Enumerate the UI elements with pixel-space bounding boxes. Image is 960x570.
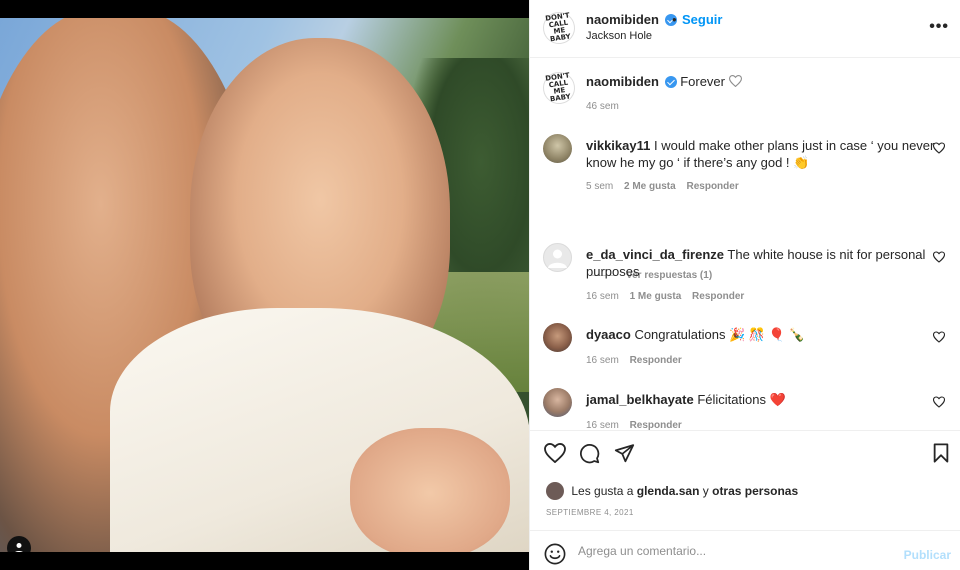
post-details-panel: DON'T CALL ME BABY naomibiden • Seguir J… <box>529 0 960 570</box>
comment-time: 5 sem <box>586 181 614 192</box>
caption-text: Forever <box>680 74 725 89</box>
avatar-logo-text: DON'T CALL ME BABY <box>544 11 572 44</box>
header-separator-dot: • <box>672 12 677 27</box>
bookmark-icon[interactable] <box>932 443 950 463</box>
liked-by-prefix: Les gusta a <box>571 484 634 498</box>
commenter-avatar[interactable] <box>543 134 572 163</box>
verified-badge-icon <box>664 76 677 88</box>
liked-by-user[interactable]: glenda.san <box>637 484 700 498</box>
comment-likes-count[interactable]: 1 Me gusta <box>630 291 682 302</box>
comment-line: dyaaco Congratulations 🎉 🎊 🎈 🍾 <box>586 326 946 343</box>
instagram-post-view: DON'T CALL ME BABY naomibiden • Seguir J… <box>0 0 960 570</box>
post-header: DON'T CALL ME BABY naomibiden • Seguir J… <box>530 0 960 58</box>
comment-meta: 16 sem Responder <box>586 420 682 430</box>
liker-avatar[interactable] <box>546 482 564 500</box>
share-icon[interactable] <box>614 443 635 463</box>
comment-like-heart-icon[interactable] <box>933 331 945 343</box>
comment-time: 16 sem <box>586 355 619 366</box>
caption-meta: 46 sem <box>586 101 619 112</box>
comments-list[interactable]: DON'T CALL ME BABY naomibiden Forever 46… <box>530 58 960 430</box>
author-username-text[interactable]: naomibiden <box>586 12 659 27</box>
emoji-icon[interactable] <box>544 543 566 565</box>
post-date[interactable]: SEPTIEMBRE 4, 2021 <box>546 508 634 517</box>
commenter-avatar[interactable] <box>543 243 572 272</box>
comment-likes-count[interactable]: 2 Me gusta <box>624 181 676 192</box>
reply-button[interactable]: Responder <box>686 181 738 192</box>
heart-icon[interactable] <box>728 75 742 88</box>
comment-meta: 16 sem 1 Me gusta Responder <box>586 291 744 302</box>
caption-time: 46 sem <box>586 101 619 112</box>
comment-line: jamal_belkhayate Félicitations ❤️ <box>586 391 946 408</box>
reply-button[interactable]: Responder <box>630 355 682 366</box>
follow-button[interactable]: Seguir <box>682 12 722 27</box>
post-media-column <box>0 0 529 570</box>
likes-summary[interactable]: Les gusta a glenda.san y otras personas <box>546 482 798 500</box>
comment-text: Congratulations 🎉 🎊 🎈 🍾 <box>634 327 805 342</box>
liked-by-joiner: y <box>702 484 709 498</box>
publish-comment-button[interactable]: Publicar <box>904 548 951 562</box>
caption-author-avatar[interactable]: DON'T CALL ME BABY <box>540 69 578 107</box>
liked-by-others[interactable]: otras personas <box>712 484 798 498</box>
post-photo[interactable] <box>0 18 529 552</box>
comment-username[interactable]: e_da_vinci_da_firenze <box>586 247 724 262</box>
author-username[interactable]: naomibiden <box>586 12 677 27</box>
caption-avatar-logo-text: DON'T CALL ME BABY <box>544 71 572 104</box>
commenter-avatar[interactable] <box>543 323 572 352</box>
caption-username[interactable]: naomibiden <box>586 74 659 89</box>
post-location[interactable]: Jackson Hole <box>586 30 652 42</box>
post-actions-bar: Les gusta a glenda.san y otras personas … <box>530 430 960 530</box>
photo-hand-with-ring <box>350 428 510 552</box>
comment-icon[interactable] <box>579 443 600 464</box>
comment-like-heart-icon[interactable] <box>933 396 945 408</box>
comment-time: 16 sem <box>586 420 619 430</box>
comment-time: 16 sem <box>586 291 619 302</box>
author-avatar[interactable]: DON'T CALL ME BABY <box>540 9 578 47</box>
commenter-avatar[interactable] <box>543 388 572 417</box>
add-comment-bar: Publicar <box>530 530 960 570</box>
comment-line: e_da_vinci_da_firenze The white house is… <box>586 246 946 280</box>
caption-line: naomibiden Forever <box>586 73 946 90</box>
comment-line: vikkikay11 I would make other plans just… <box>586 137 946 171</box>
comment-input[interactable] <box>578 541 888 561</box>
comment-meta: 16 sem Responder <box>586 355 682 366</box>
reply-button[interactable]: Responder <box>630 420 682 430</box>
heart-icon[interactable] <box>544 443 566 463</box>
default-avatar-icon <box>548 249 567 268</box>
comment-meta: 5 sem 2 Me gusta Responder <box>586 181 739 192</box>
comment-username[interactable]: jamal_belkhayate <box>586 392 694 407</box>
comment-text: Félicitations ❤️ <box>697 392 786 407</box>
comment-like-heart-icon[interactable] <box>933 251 945 263</box>
comment-like-heart-icon[interactable] <box>933 142 945 154</box>
reply-button[interactable]: Responder <box>692 291 744 302</box>
comment-username[interactable]: dyaaco <box>586 327 631 342</box>
more-options-icon[interactable]: ••• <box>929 18 949 36</box>
comment-username[interactable]: vikkikay11 <box>586 138 650 153</box>
